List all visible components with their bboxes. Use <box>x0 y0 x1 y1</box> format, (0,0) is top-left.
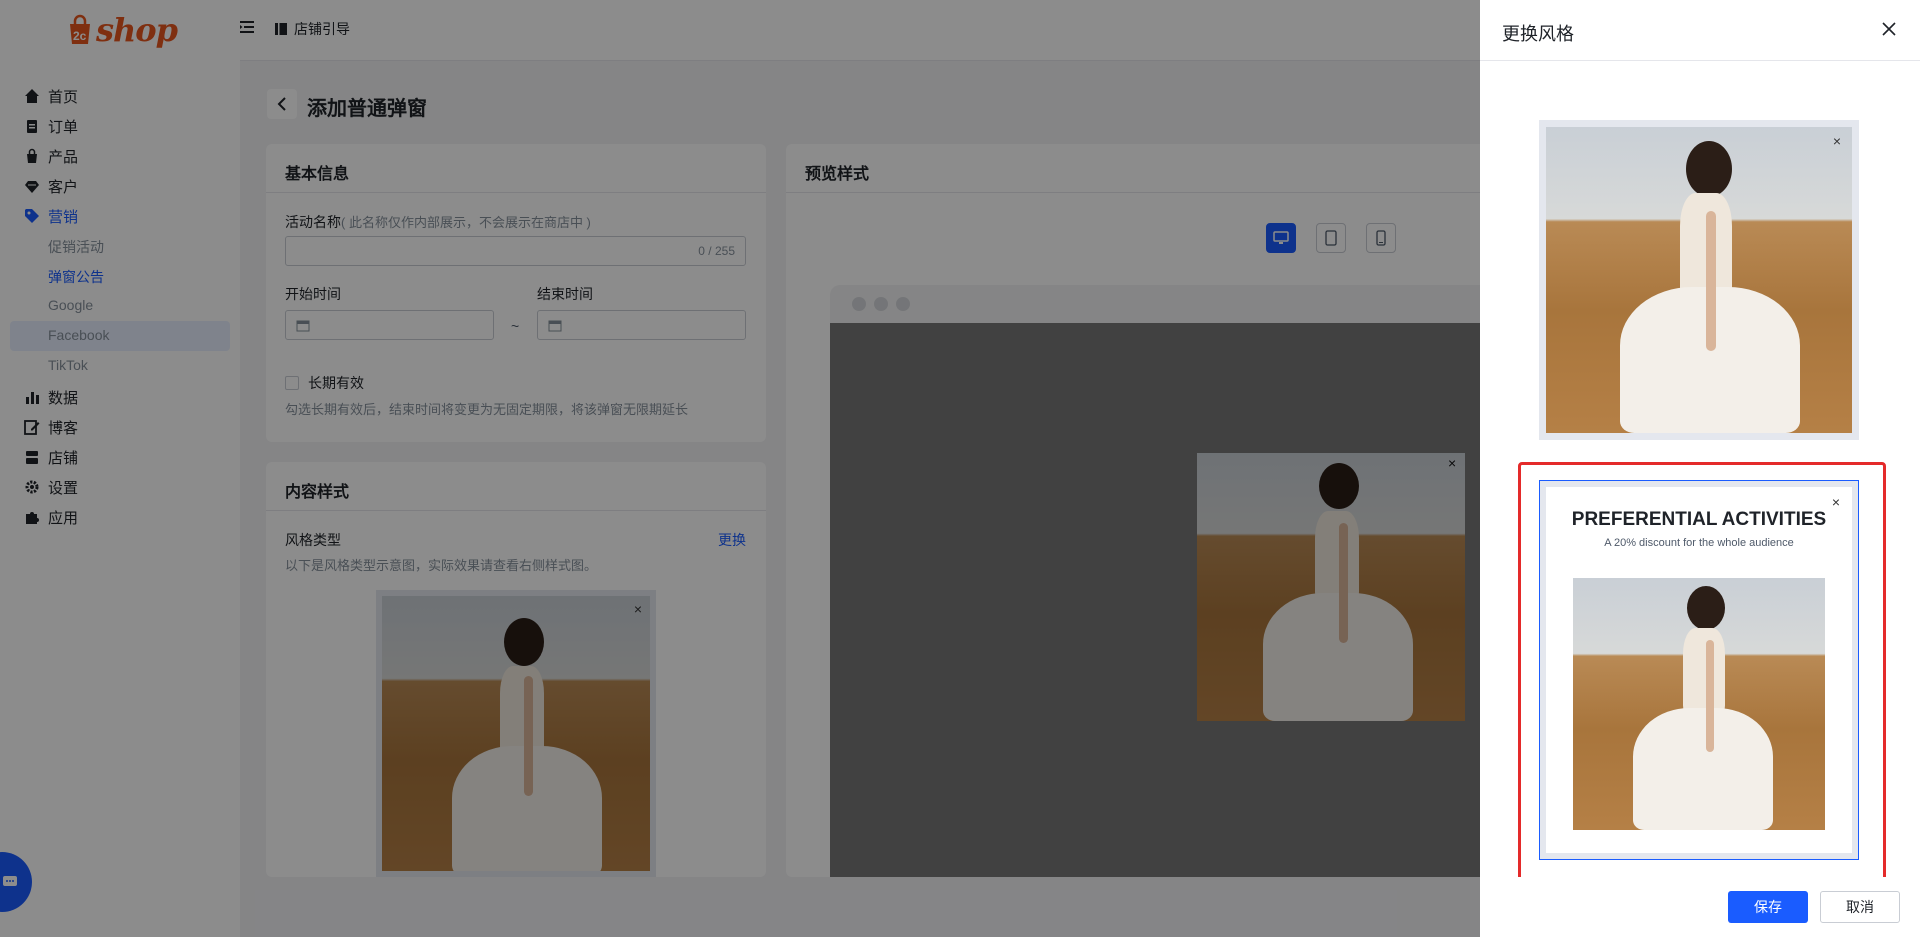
option-photo <box>1546 127 1852 433</box>
promo-heading: PREFERENTIAL ACTIVITIES <box>1571 509 1827 530</box>
cancel-button[interactable]: 取消 <box>1820 891 1900 923</box>
promo-subheading: A 20% discount for the whole audience <box>1604 537 1794 549</box>
close-icon: × <box>1831 494 1840 510</box>
modal-overlay[interactable] <box>0 0 1480 937</box>
divider <box>1480 60 1920 61</box>
style-option-text-image[interactable]: PREFERENTIAL ACTIVITIES A 20% discount f… <box>1539 480 1859 860</box>
save-button[interactable]: 保存 <box>1728 891 1808 923</box>
option-photo <box>1573 578 1825 830</box>
drawer-title: 更换风格 <box>1502 24 1574 44</box>
style-option-image-only[interactable]: × <box>1539 120 1859 440</box>
option-panel: PREFERENTIAL ACTIVITIES A 20% discount f… <box>1546 487 1852 853</box>
close-icon: × <box>1832 133 1841 149</box>
close-icon[interactable] <box>1880 20 1898 38</box>
change-style-drawer: 更换风格 × PREFERENTIAL ACTIVITIES A 20% dis… <box>1480 0 1920 937</box>
